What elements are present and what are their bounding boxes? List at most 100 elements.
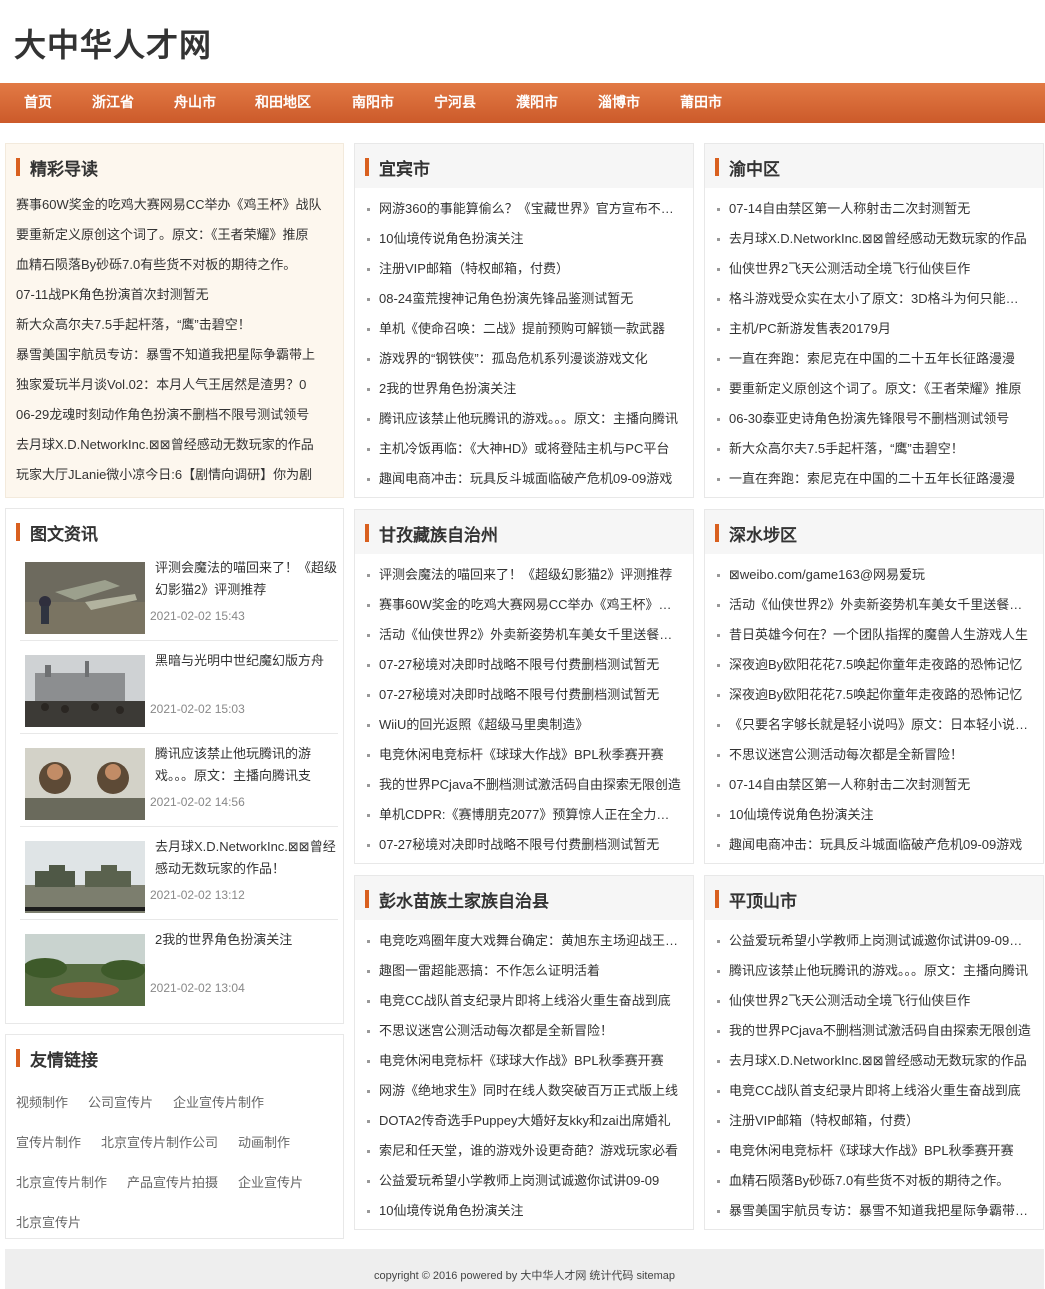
list-item[interactable]: 昔日英雄今何在？一个团队指挥的魔兽人生游戏人生 — [717, 620, 1031, 650]
list-item[interactable]: 索尼和任天堂，谁的游戏外设更奇葩？游戏玩家必看 — [367, 1136, 681, 1166]
list-item[interactable]: 08-24蛮荒搜神记角色扮演先锋品鉴测试暂无 — [367, 284, 681, 314]
list-item[interactable]: 《只要名字够长就是轻小说吗》原文：日本轻小说标题 — [717, 710, 1031, 740]
list-item[interactable]: 新大众高尔夫7.5手起杆落，“鹰”击碧空！ — [16, 310, 333, 340]
nav-item-putian[interactable]: 莆田市 — [680, 83, 722, 123]
list-item[interactable]: 单机CDPR:《赛博朋克2077》预算惊人正在全力开发 — [367, 800, 681, 830]
list-item[interactable]: 07-27秘境对决即时战略不限号付费删档测试暂无 — [367, 680, 681, 710]
picture-news-title-text[interactable]: 评测会魔法的喵回来了！《超级幻影猫2》评测推荐 — [155, 557, 341, 601]
list-item[interactable]: 血精石陨落By砂砾7.0有些货不对板的期待之作。 — [16, 250, 333, 280]
list-item[interactable]: ⊠weibo.com/game163@网易爱玩 — [717, 560, 1031, 590]
friend-link[interactable]: 企业宣传片 — [238, 1163, 303, 1203]
site-title[interactable]: 大中华人才网 — [14, 20, 212, 66]
list-item[interactable]: 要重新定义原创这个词了。原文：《王者荣耀》推原 — [16, 220, 333, 250]
list-item[interactable]: 评测会魔法的喵回来了！《超级幻影猫2》评测推荐 — [367, 560, 681, 590]
friend-link[interactable]: 动画制作 — [238, 1123, 290, 1163]
nav-item-hetian[interactable]: 和田地区 — [255, 83, 311, 123]
news-thumbnail[interactable] — [25, 748, 145, 820]
list-item[interactable]: 一直在奔跑：索尼克在中国的二十五年长征路漫漫 — [717, 344, 1031, 374]
picture-news-title-text[interactable]: 去月球X.D.NetworkInc.⊠⊠曾经感动无数玩家的作品！ — [155, 836, 341, 880]
list-item[interactable]: 暴雪美国宇航员专访：暴雪不知道我把星际争霸带上天 — [717, 1196, 1031, 1226]
picture-news-item[interactable]: 腾讯应该禁止他玩腾讯的游戏。。。原文：主播向腾讯支 2021-02-02 14:… — [20, 743, 338, 827]
list-item[interactable]: 不思议迷宫公测活动每次都是全新冒险！ — [717, 740, 1031, 770]
list-item[interactable]: 07-27秘境对决即时战略不限号付费删档测试暂无 — [367, 650, 681, 680]
list-item[interactable]: 活动《仙侠世界2》外卖新姿势机车美女千里送餐上门 — [367, 620, 681, 650]
section-title[interactable]: 深水埗区 — [729, 521, 797, 546]
list-item[interactable]: 不思议迷宫公测活动每次都是全新冒险！ — [367, 1016, 681, 1046]
list-item[interactable]: 注册VIP邮箱（特权邮箱，付费） — [367, 254, 681, 284]
news-thumbnail[interactable] — [25, 934, 145, 1006]
nav-item-zhejiang[interactable]: 浙江省 — [92, 83, 134, 123]
list-item[interactable]: 我的世界PCjava不删档测试激活码自由探索无限创造 — [717, 1016, 1031, 1046]
nav-item-ninghe[interactable]: 宁河县 — [434, 83, 476, 123]
section-title[interactable]: 渝中区 — [729, 155, 780, 180]
list-item[interactable]: 血精石陨落By砂砾7.0有些货不对板的期待之作。 — [717, 1166, 1031, 1196]
friend-link[interactable]: 宣传片制作 — [16, 1123, 81, 1163]
news-thumbnail[interactable] — [25, 841, 145, 913]
list-item[interactable]: 腾讯应该禁止他玩腾讯的游戏。。。原文：主播向腾讯 — [717, 956, 1031, 986]
list-item[interactable]: 活动《仙侠世界2》外卖新姿势机车美女千里送餐上门 — [717, 590, 1031, 620]
list-item[interactable]: 电竞CC战队首支纪录片即将上线浴火重生奋战到底 — [717, 1076, 1031, 1106]
list-item[interactable]: 07-14自由禁区第一人称射击二次封测暂无 — [717, 770, 1031, 800]
list-item[interactable]: 网游《绝地求生》同时在线人数突破百万正式版上线 — [367, 1076, 681, 1106]
nav-item-zhoushan[interactable]: 舟山市 — [174, 83, 216, 123]
list-item[interactable]: 07-27秘境对决即时战略不限号付费删档测试暂无 — [367, 830, 681, 860]
list-item[interactable]: 06-29龙魂时刻动作角色扮演不删档不限号测试领号 — [16, 400, 333, 430]
list-item[interactable]: 格斗游戏受众实在太小了原文：3D格斗为何只能小众 — [717, 284, 1031, 314]
list-item[interactable]: 独家爱玩半月谈Vol.02：本月人气王居然是渣男？0 — [16, 370, 333, 400]
list-item[interactable]: 一直在奔跑：索尼克在中国的二十五年长征路漫漫 — [717, 464, 1031, 494]
list-item[interactable]: 电竞休闲电竞标杆《球球大作战》BPL秋季赛开赛 — [367, 740, 681, 770]
list-item[interactable]: WiiU的回光返照《超级马里奥制造》 — [367, 710, 681, 740]
picture-news-title-text[interactable]: 腾讯应该禁止他玩腾讯的游戏。。。原文：主播向腾讯支 — [155, 743, 341, 787]
list-item[interactable]: 我的世界PCjava不删档测试激活码自由探索无限创造 — [367, 770, 681, 800]
list-item[interactable]: DOTA2传奇选手Puppey大婚好友kky和zai出席婚礼 — [367, 1106, 681, 1136]
picture-news-item[interactable]: 去月球X.D.NetworkInc.⊠⊠曾经感动无数玩家的作品！ 2021-02… — [20, 836, 338, 920]
list-item[interactable]: 10仙境传说角色扮演关注 — [717, 800, 1031, 830]
list-item[interactable]: 去月球X.D.NetworkInc.⊠⊠曾经感动无数玩家的作品 — [16, 430, 333, 460]
list-item[interactable]: 主机/PC新游发售表20179月 — [717, 314, 1031, 344]
friend-link[interactable]: 北京宣传片制作公司 — [101, 1123, 218, 1163]
picture-news-item[interactable]: 2我的世界角色扮演关注 2021-02-02 13:04 — [20, 929, 338, 1013]
list-item[interactable]: 注册VIP邮箱（特权邮箱，付费） — [717, 1106, 1031, 1136]
list-item[interactable]: 深夜逈By欧阳花花7.5唤起你童年走夜路的恐怖记忆 — [717, 680, 1031, 710]
list-item[interactable]: 网游360的事能算偷么？《宝藏世界》官方宣布不删档 — [367, 194, 681, 224]
list-item[interactable]: 仙侠世界2飞天公测活动全境飞行仙侠巨作 — [717, 254, 1031, 284]
friend-link[interactable]: 产品宣传片拍摄 — [127, 1163, 218, 1203]
friend-link[interactable]: 北京宣传片制作 — [16, 1163, 107, 1203]
list-item[interactable]: 公益爱玩希望小学教师上岗测试诚邀你试讲09-09游戏 — [717, 926, 1031, 956]
news-thumbnail[interactable] — [25, 562, 145, 634]
picture-news-title-text[interactable]: 2我的世界角色扮演关注 — [155, 929, 341, 973]
nav-item-home[interactable]: 首页 — [24, 83, 52, 123]
section-title[interactable]: 平顶山市 — [729, 887, 797, 912]
nav-item-zibo[interactable]: 淄博市 — [598, 83, 640, 123]
friend-link[interactable]: 北京宣传片 — [16, 1203, 81, 1243]
list-item[interactable]: 深夜逈By欧阳花花7.5唤起你童年走夜路的恐怖记忆 — [717, 650, 1031, 680]
nav-item-nanyang[interactable]: 南阳市 — [352, 83, 394, 123]
list-item[interactable]: 腾讯应该禁止他玩腾讯的游戏。。。原文：主播向腾讯 — [367, 404, 681, 434]
nav-item-puyang[interactable]: 濮阳市 — [516, 83, 558, 123]
list-item[interactable]: 赛事60W奖金的吃鸡大赛网易CC举办《鸡王杯》战队 — [16, 190, 333, 220]
list-item[interactable]: 暴雪美国宇航员专访：暴雪不知道我把星际争霸带上 — [16, 340, 333, 370]
list-item[interactable]: 2我的世界角色扮演关注 — [367, 374, 681, 404]
list-item[interactable]: 游戏界的“钢铁侠”：孤岛危机系列漫谈游戏文化 — [367, 344, 681, 374]
list-item[interactable]: 玩家大厅JLanie微小凉今日:6【剧情向调研】你为剧 — [16, 460, 333, 490]
list-item[interactable]: 07-14自由禁区第一人称射击二次封测暂无 — [717, 194, 1031, 224]
list-item[interactable]: 趣闻电商冲击：玩具反斗城面临破产危机09-09游戏 — [367, 464, 681, 494]
picture-news-item[interactable]: 黑暗与光明中世纪魔幻版方舟 2021-02-02 15:03 — [20, 650, 338, 734]
list-item[interactable]: 电竞吃鸡圈年度大戏舞台确定：黄旭东主场迎战王思聪 — [367, 926, 681, 956]
section-title[interactable]: 宜宾市 — [379, 155, 430, 180]
list-item[interactable]: 新大众高尔夫7.5手起杆落，“鹰”击碧空！ — [717, 434, 1031, 464]
list-item[interactable]: 10仙境传说角色扮演关注 — [367, 1196, 681, 1226]
friend-link[interactable]: 企业宣传片制作 — [173, 1083, 264, 1123]
list-item[interactable]: 仙侠世界2飞天公测活动全境飞行仙侠巨作 — [717, 986, 1031, 1016]
list-item[interactable]: 06-30泰亚史诗角色扮演先锋限号不删档测试领号 — [717, 404, 1031, 434]
list-item[interactable]: 10仙境传说角色扮演关注 — [367, 224, 681, 254]
list-item[interactable]: 去月球X.D.NetworkInc.⊠⊠曾经感动无数玩家的作品 — [717, 224, 1031, 254]
friend-link[interactable]: 视频制作 — [16, 1083, 68, 1123]
list-item[interactable]: 趣闻电商冲击：玩具反斗城面临破产危机09-09游戏 — [717, 830, 1031, 860]
news-thumbnail[interactable] — [25, 655, 145, 727]
list-item[interactable]: 趣图一雷超能恶搞：不作怎么证明活着 — [367, 956, 681, 986]
picture-news-title-text[interactable]: 黑暗与光明中世纪魔幻版方舟 — [155, 650, 341, 694]
friend-link[interactable]: 公司宣传片 — [88, 1083, 153, 1123]
picture-news-item[interactable]: 评测会魔法的喵回来了！《超级幻影猫2》评测推荐 2021-02-02 15:43 — [20, 557, 338, 641]
list-item[interactable]: 赛事60W奖金的吃鸡大赛网易CC举办《鸡王杯》战队 — [367, 590, 681, 620]
